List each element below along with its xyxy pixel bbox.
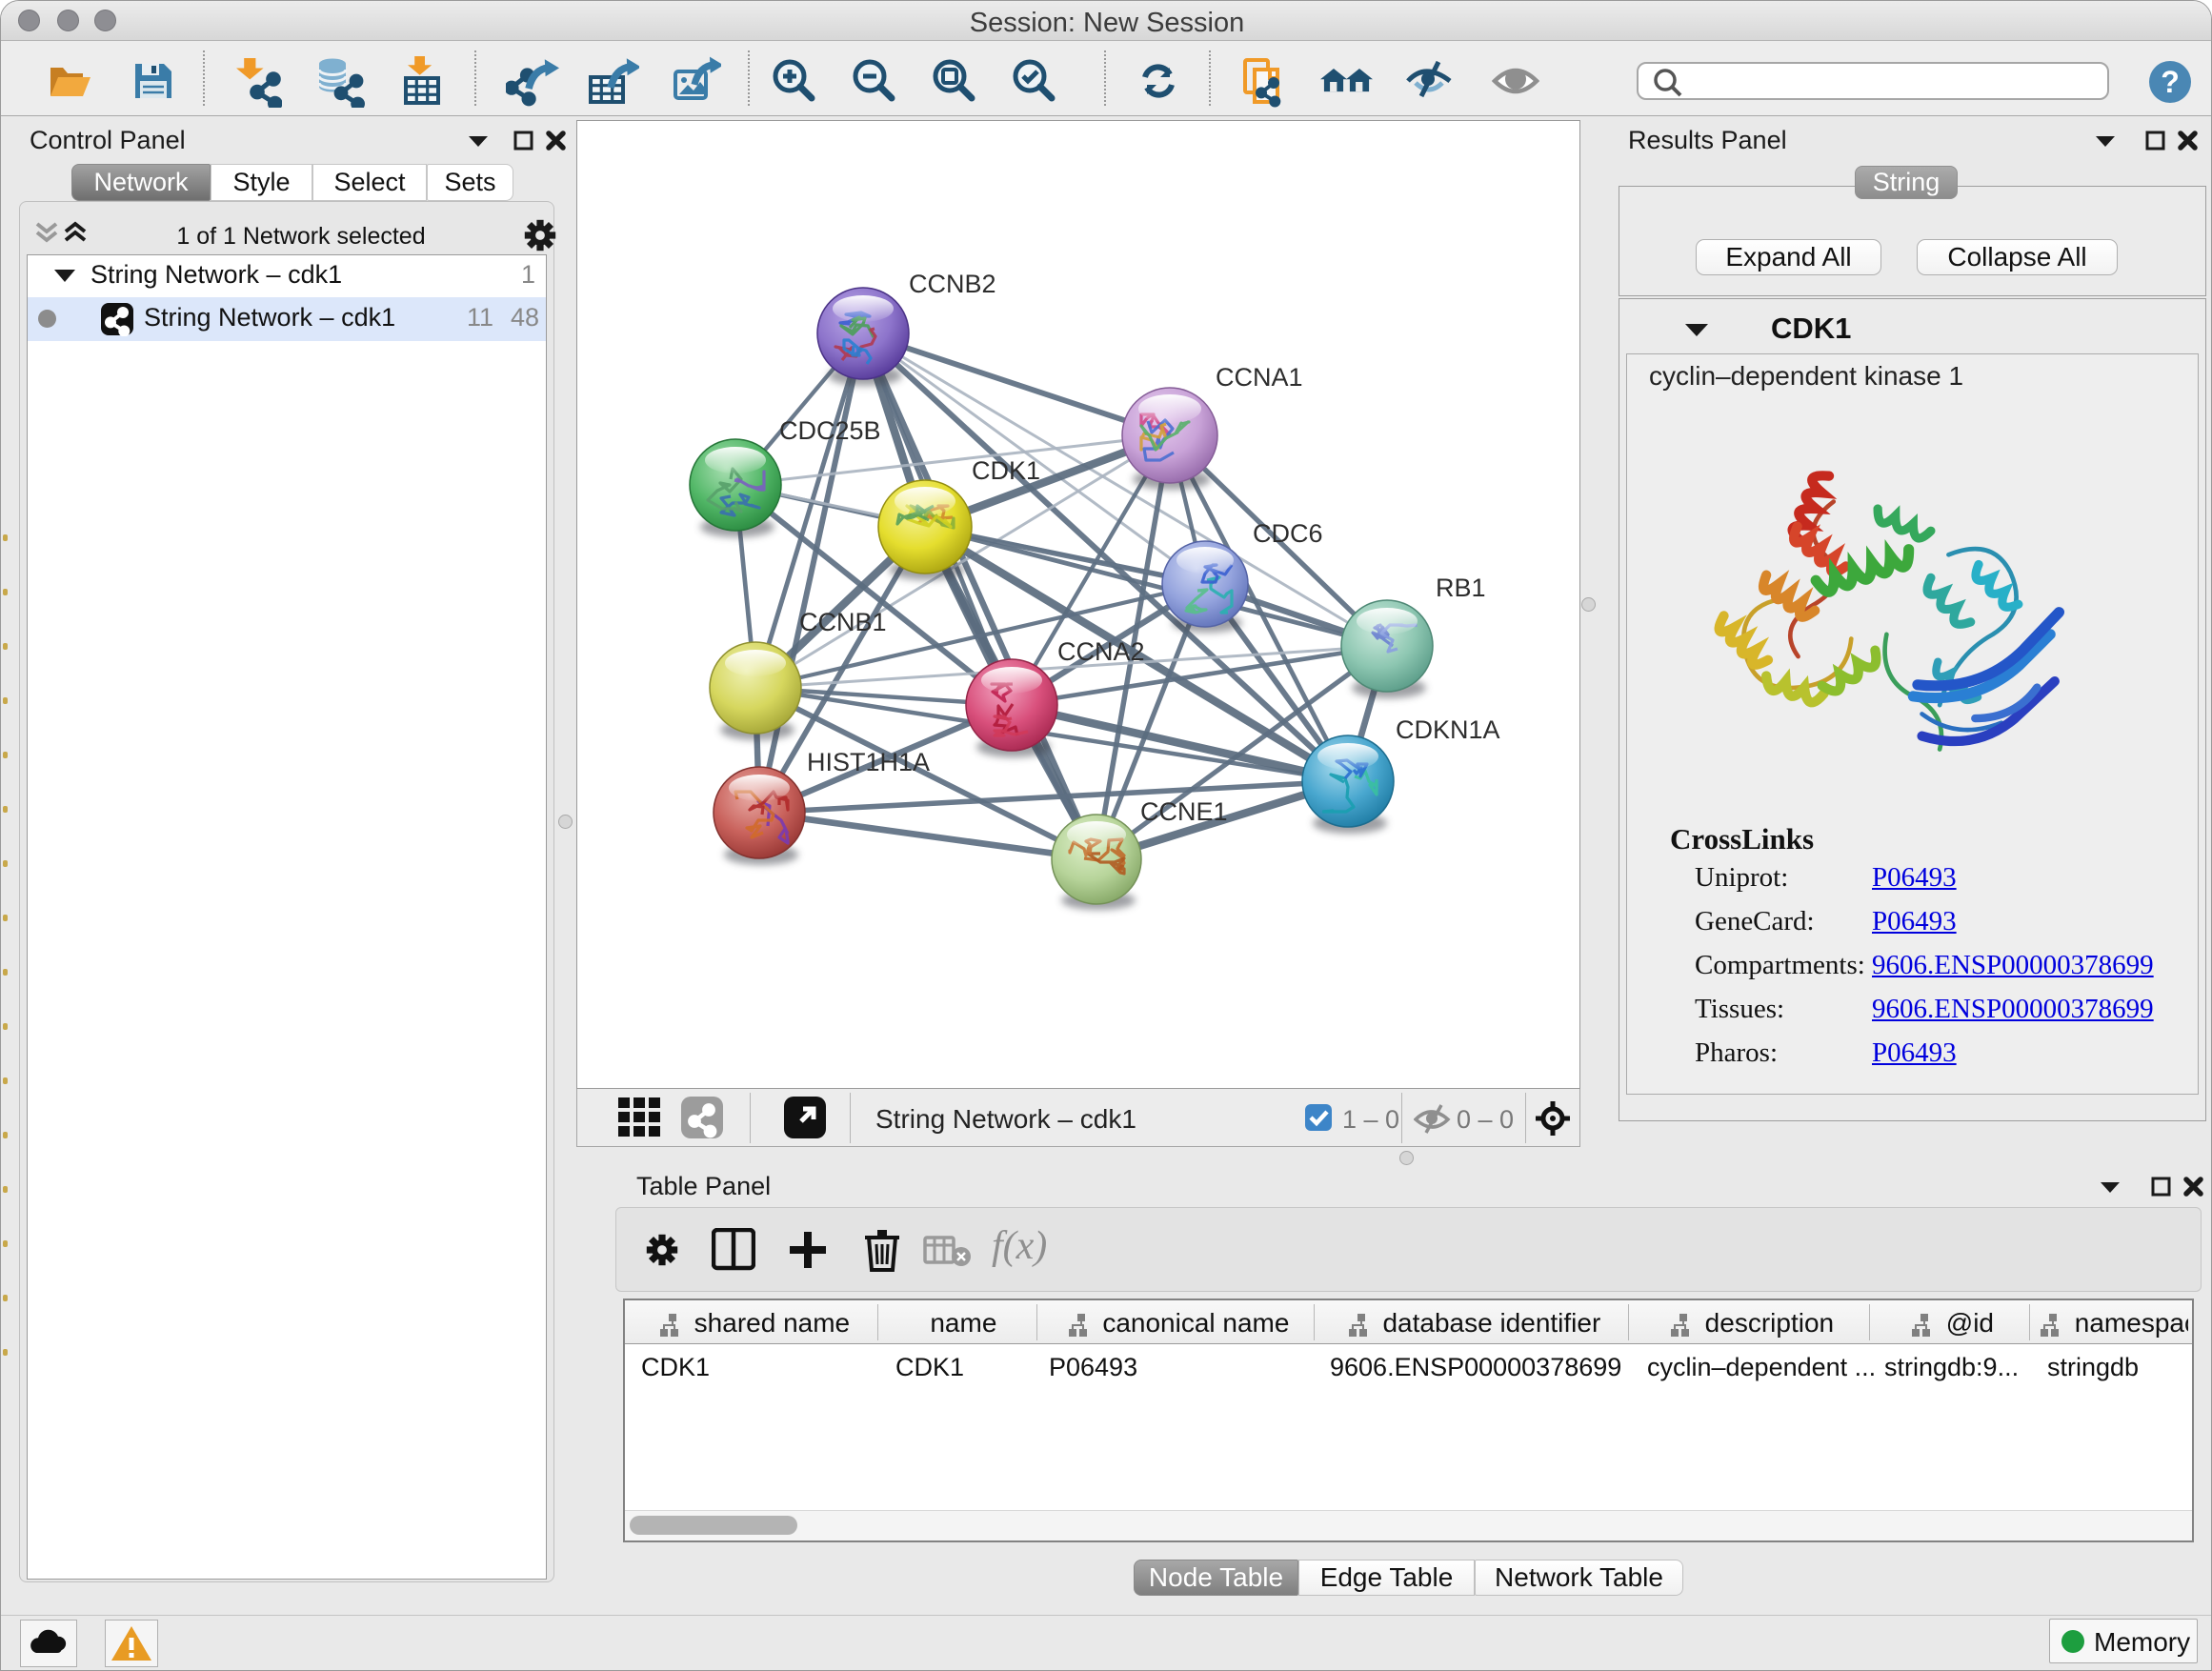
svg-text:RB1: RB1	[1436, 574, 1486, 602]
svg-text:CCNB2: CCNB2	[909, 270, 996, 298]
svg-text:CCNE1: CCNE1	[1140, 797, 1228, 826]
svg-text:?: ?	[2161, 65, 2180, 99]
svg-text:CDK1: CDK1	[972, 456, 1040, 485]
svg-text:CDKN1A: CDKN1A	[1396, 715, 1500, 744]
svg-text:CCNA2: CCNA2	[1057, 637, 1145, 666]
svg-text:CCNB1: CCNB1	[799, 608, 887, 636]
svg-text:CCNA1: CCNA1	[1216, 363, 1303, 392]
svg-text:CDC25B: CDC25B	[779, 416, 881, 445]
svg-text:CDC6: CDC6	[1253, 519, 1323, 548]
svg-text:HIST1H1A: HIST1H1A	[807, 748, 930, 776]
